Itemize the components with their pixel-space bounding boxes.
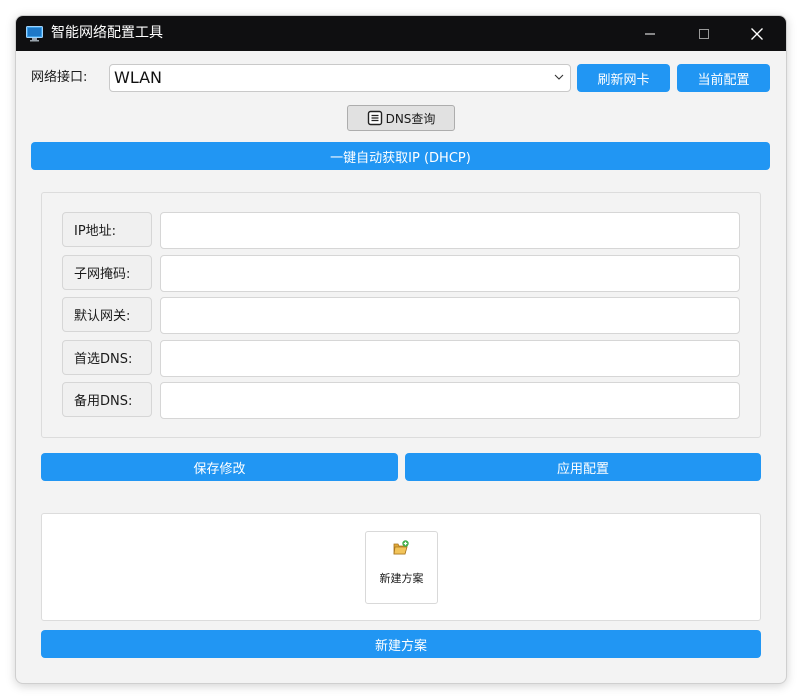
primary-dns-label: 首选DNS: xyxy=(62,340,152,375)
primary-dns-input[interactable] xyxy=(160,340,740,377)
gateway-input[interactable] xyxy=(160,297,740,334)
minimize-icon xyxy=(645,33,655,34)
secondary-dns-label: 备用DNS: xyxy=(62,382,152,417)
interface-label: 网络接口: xyxy=(31,70,88,85)
dns-query-label: DNS查询 xyxy=(385,111,436,126)
subnet-mask-label: 子网掩码: xyxy=(62,255,152,290)
close-button[interactable] xyxy=(734,16,780,51)
chevron-down-icon xyxy=(554,74,564,80)
title-bar: 智能网络配置工具 xyxy=(16,16,786,51)
folder-plus-icon xyxy=(393,540,409,555)
close-icon xyxy=(751,27,763,40)
current-config-button[interactable]: 当前配置 xyxy=(677,64,770,92)
maximize-button[interactable] xyxy=(681,16,727,51)
save-changes-button[interactable]: 保存修改 xyxy=(41,453,398,481)
interface-select[interactable]: WLAN xyxy=(109,64,571,92)
minimize-button[interactable] xyxy=(627,16,673,51)
scheme-panel: 新建方案 xyxy=(41,513,761,621)
new-scheme-card[interactable]: 新建方案 xyxy=(365,531,438,604)
monitor-icon xyxy=(26,26,43,42)
interface-select-value: WLAN xyxy=(114,68,163,87)
document-icon xyxy=(367,110,382,126)
refresh-adapters-button[interactable]: 刷新网卡 xyxy=(577,64,670,92)
secondary-dns-input[interactable] xyxy=(160,382,740,419)
ip-config-panel: IP地址: 子网掩码: 默认网关: 首选DNS: 备用DNS: xyxy=(41,192,761,438)
new-scheme-card-label: 新建方案 xyxy=(379,572,424,585)
window-title: 智能网络配置工具 xyxy=(51,25,163,41)
ip-address-label: IP地址: xyxy=(62,212,152,247)
gateway-label: 默认网关: xyxy=(62,297,152,332)
dns-query-button[interactable]: DNS查询 xyxy=(347,105,455,131)
dhcp-button[interactable]: 一键自动获取IP (DHCP) xyxy=(31,142,770,170)
app-window: 智能网络配置工具 网络接口: WLAN 刷新网卡 当前配置 DNS查询 一键自动… xyxy=(15,15,787,684)
maximize-icon xyxy=(699,28,709,39)
new-scheme-button[interactable]: 新建方案 xyxy=(41,630,761,658)
apply-config-button[interactable]: 应用配置 xyxy=(405,453,761,481)
ip-address-input[interactable] xyxy=(160,212,740,249)
subnet-mask-input[interactable] xyxy=(160,255,740,292)
